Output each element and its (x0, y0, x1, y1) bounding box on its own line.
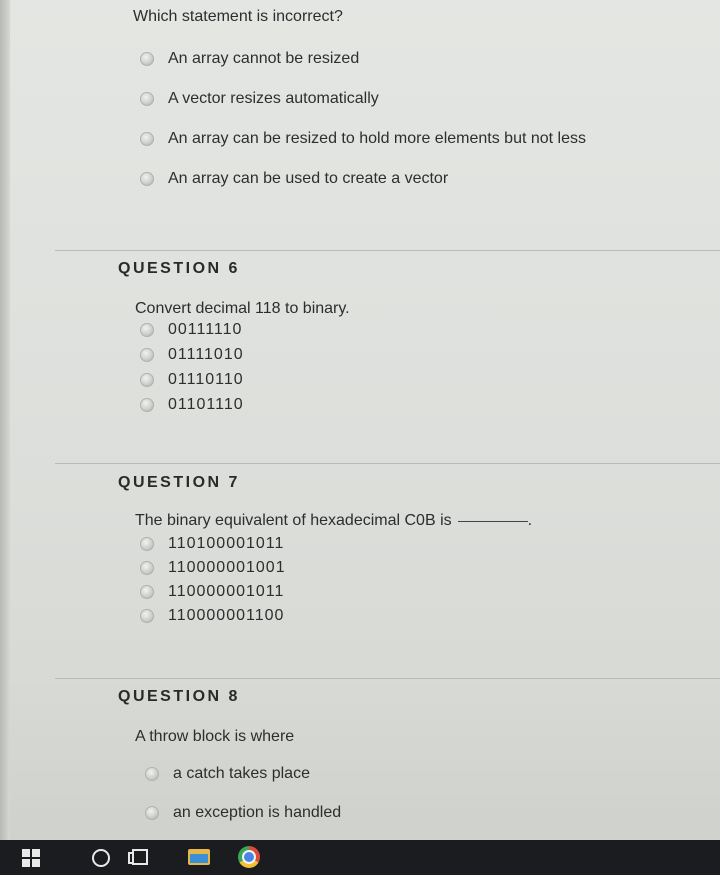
radio-button[interactable] (140, 172, 154, 186)
option-label: 110000001001 (168, 559, 286, 576)
quiz-page: Which statement is incorrect? An array c… (0, 0, 720, 840)
answer-option[interactable]: 01101110 (140, 396, 244, 414)
answer-option[interactable]: 110100001011 (140, 535, 284, 553)
answer-option[interactable]: an exception is handled (145, 804, 341, 822)
question-header: QUESTION 6 (118, 260, 240, 277)
search-icon[interactable] (92, 849, 110, 867)
question-prompt: A throw block is where (135, 728, 295, 745)
option-label: an exception is handled (173, 804, 342, 821)
answer-option[interactable]: 110000001011 (140, 583, 284, 601)
question-prompt-text: The binary equivalent of hexadecimal C0B… (135, 512, 452, 529)
answer-option[interactable]: An array cannot be resized (140, 50, 359, 68)
radio-button[interactable] (140, 52, 154, 66)
radio-button[interactable] (140, 585, 154, 599)
answer-option[interactable]: An array can be resized to hold more ele… (140, 130, 586, 148)
option-label: An array can be resized to hold more ele… (168, 130, 586, 147)
radio-button[interactable] (140, 561, 154, 575)
question-prompt: Which statement is incorrect? (133, 8, 343, 25)
question-divider (55, 250, 720, 251)
option-label: 01111010 (168, 346, 244, 363)
answer-option[interactable]: An array can be used to create a vector (140, 170, 448, 188)
radio-button[interactable] (140, 323, 154, 337)
answer-option[interactable]: 110000001001 (140, 559, 286, 577)
option-label: A vector resizes automatically (168, 90, 379, 107)
option-label: An array can be used to create a vector (168, 170, 449, 187)
radio-button[interactable] (145, 767, 159, 781)
answer-option[interactable]: 01110110 (140, 371, 244, 389)
radio-button[interactable] (140, 373, 154, 387)
radio-button[interactable] (140, 537, 154, 551)
option-label: 110100001011 (168, 535, 285, 552)
answer-option[interactable]: 00111110 (140, 321, 242, 339)
option-label: 01110110 (168, 371, 244, 388)
answer-option[interactable]: a catch takes place (145, 765, 310, 783)
answer-option[interactable]: A vector resizes automatically (140, 90, 379, 108)
option-label: An array cannot be resized (168, 50, 360, 67)
file-explorer-icon[interactable] (188, 849, 210, 865)
taskbar (0, 840, 720, 875)
answer-option[interactable]: 110000001100 (140, 607, 284, 625)
radio-button[interactable] (140, 348, 154, 362)
question-header: QUESTION 7 (118, 474, 240, 491)
windows-start-icon[interactable] (22, 849, 40, 867)
radio-button[interactable] (140, 398, 154, 412)
radio-button[interactable] (140, 92, 154, 106)
blank-suffix: . (527, 512, 533, 529)
option-label: 110000001011 (168, 583, 285, 600)
question-prompt: Convert decimal 118 to binary. (135, 300, 350, 317)
question-header: QUESTION 8 (118, 688, 240, 705)
radio-button[interactable] (145, 806, 159, 820)
task-view-icon[interactable] (128, 849, 150, 865)
answer-option[interactable]: 01111010 (140, 346, 244, 364)
option-label: a catch takes place (173, 765, 310, 782)
option-label: 110000001100 (168, 607, 285, 624)
page-edge (0, 0, 10, 840)
question-divider (55, 678, 720, 679)
radio-button[interactable] (140, 132, 154, 146)
question-divider (55, 463, 720, 464)
chrome-icon[interactable] (238, 846, 260, 868)
option-label: 00111110 (168, 321, 243, 338)
answer-blank (457, 521, 528, 522)
radio-button[interactable] (140, 609, 154, 623)
option-label: 01101110 (168, 396, 244, 413)
question-prompt: The binary equivalent of hexadecimal C0B… (135, 512, 532, 530)
